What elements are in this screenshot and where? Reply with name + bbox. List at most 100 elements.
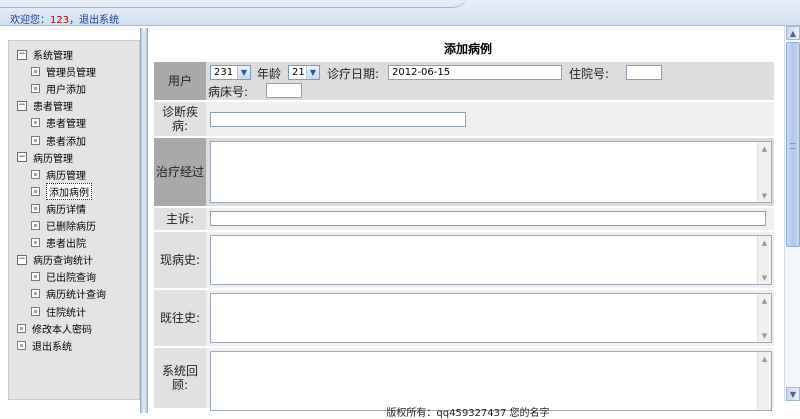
past-history-row-field: ▲ ▼ [206, 290, 774, 346]
footer-copyright: 版权所有：qq459327437 您的名字 [386, 408, 550, 419]
complaint-label: 主诉: [165, 212, 195, 226]
treatment-row-label: 治疗经过 [154, 138, 206, 206]
leaf-box-icon [31, 221, 40, 230]
sidebar-item[interactable]: 住院统计 [31, 304, 86, 319]
hospital-no-label: 住院号: [569, 67, 610, 81]
sidebar-item-label: 患者添加 [46, 136, 86, 148]
treatment-textarea[interactable]: ▲ ▼ [210, 141, 772, 203]
hospital-no-input[interactable] [626, 65, 662, 80]
bed-no-label: 病床号: [208, 85, 249, 99]
welcome-label: 欢迎您： [10, 15, 50, 26]
leaf-box-icon [31, 203, 40, 213]
sidebar-item-label: 退出系统 [32, 341, 72, 353]
diagnosis-row-label: 诊断疾病: [154, 102, 206, 136]
sidebar-item[interactable]: 患者添加 [31, 133, 86, 148]
sidebar-item-label: 病历统计查询 [46, 290, 106, 302]
leaf-box-icon [31, 118, 40, 128]
user-label: 用户 [167, 74, 192, 88]
header-decoration [0, 0, 470, 8]
sidebar-item[interactable]: 管理员管理 [31, 64, 96, 79]
leaf-box-icon [31, 169, 40, 179]
past-history-row-label: 既往史: [154, 290, 206, 346]
past-history-textarea[interactable]: ▲ ▼ [210, 293, 772, 343]
sidebar-item-label: 病历管理 [33, 153, 73, 165]
textarea-scrollbar[interactable]: ▲ ▼ [757, 142, 771, 202]
scroll-down-icon: ▼ [761, 331, 768, 340]
present-illness-row-label: 现病史: [154, 232, 206, 288]
age-select[interactable]: 21 ▼ [288, 65, 320, 80]
diagnosis-label: 诊断疾病: [161, 105, 198, 133]
sidebar-item[interactable]: − 患者管理 [17, 98, 73, 113]
grip-icon [790, 143, 796, 149]
system-review-textarea[interactable]: ▲ [210, 351, 772, 411]
diagnosis-row-field [206, 102, 774, 136]
sidebar-item[interactable]: − 病历查询统计 [17, 252, 93, 267]
frame-splitter[interactable] [140, 28, 148, 413]
scroll-thumb[interactable] [786, 42, 800, 247]
sidebar-item[interactable]: 病历管理 [31, 167, 86, 182]
age-label: 年龄 [257, 67, 282, 81]
present-illness-row-field: ▲ ▼ [206, 232, 774, 288]
user-row-label: 用户 [154, 62, 206, 100]
user-row-field: 231 ▼ 年龄 21 ▼ 诊疗日期: 2012-06-15 住院号: 病床号: [206, 62, 774, 100]
current-user: 123 [50, 15, 70, 26]
user-select[interactable]: 231 ▼ [210, 65, 251, 80]
sidebar-item[interactable]: 添加病例 [31, 182, 92, 200]
scroll-down-icon: ▼ [761, 191, 768, 200]
chevron-down-icon: ▼ [237, 66, 250, 79]
sidebar-item-label: 用户添加 [46, 85, 86, 97]
leaf-box-icon [31, 289, 40, 299]
top-header: 欢迎您：123，退出系统 [0, 0, 800, 26]
sidebar-item[interactable]: 已删除病历 [31, 218, 96, 233]
scroll-down-icon: ▼ [761, 273, 768, 282]
system-review-row-field: ▲ [206, 348, 774, 411]
past-history-label: 既往史: [159, 311, 201, 325]
complaint-input[interactable] [210, 211, 766, 226]
sidebar-item-label: 修改本人密码 [32, 324, 92, 336]
bed-no-input[interactable] [266, 83, 302, 98]
sidebar-item-label: 系统管理 [33, 51, 73, 62]
sidebar-item[interactable]: 病历详情 [31, 201, 86, 216]
logout-link[interactable]: 退出系统 [79, 15, 119, 26]
sidebar-item[interactable]: − 系统管理 [17, 47, 73, 62]
sidebar-item[interactable]: 用户添加 [31, 81, 86, 96]
sidebar-item-label: 患者出院 [46, 239, 86, 251]
scroll-up-icon[interactable]: ▲ [786, 26, 800, 40]
sidebar-item-label: 已出院查询 [46, 273, 96, 285]
scroll-up-icon: ▲ [761, 296, 768, 305]
textarea-scrollbar[interactable]: ▲ [757, 352, 771, 410]
date-value: 2012-06-15 [392, 67, 451, 78]
leaf-box-icon [31, 135, 40, 145]
sidebar-item[interactable]: 病历统计查询 [31, 286, 106, 301]
system-review-label: 系统回顾: [161, 364, 198, 392]
age-select-value: 21 [292, 67, 305, 78]
sidebar-item[interactable]: 患者出院 [31, 235, 86, 250]
textarea-scrollbar[interactable]: ▲ ▼ [757, 236, 771, 284]
sidebar-item-label: 病历管理 [46, 170, 86, 182]
sidebar-item-label: 病历详情 [46, 204, 86, 216]
complaint-row-label: 主诉: [154, 208, 206, 230]
sidebar-item[interactable]: − 病历管理 [17, 150, 73, 165]
sidebar-item[interactable]: 患者管理 [31, 115, 86, 130]
date-label: 诊疗日期: [327, 67, 380, 81]
diagnosis-input[interactable] [210, 112, 466, 127]
sidebar-tree: − 系统管理 管理员管理 用户添加 − 患者管理 患者管理 患者添加 − 病历管理 病历管理 添加病例… [8, 40, 140, 400]
welcome-bar: 欢迎您：123，退出系统 [10, 11, 119, 26]
minus-box-icon: − [17, 100, 27, 111]
present-illness-label: 现病史: [159, 253, 201, 267]
page-scrollbar[interactable]: ▲ ▼ [784, 26, 800, 401]
sidebar-item-label: 住院统计 [46, 307, 86, 319]
sidebar-item[interactable]: 修改本人密码 [17, 321, 92, 336]
date-input[interactable]: 2012-06-15 [388, 65, 562, 80]
present-illness-textarea[interactable]: ▲ ▼ [210, 235, 772, 285]
leaf-box-icon [31, 272, 40, 282]
sidebar-item[interactable]: 退出系统 [17, 338, 72, 353]
sidebar-item-label: 患者管理 [33, 102, 73, 114]
leaf-box-icon [31, 238, 40, 248]
textarea-scrollbar[interactable]: ▲ ▼ [757, 294, 771, 342]
leaf-box-icon [31, 306, 40, 316]
treatment-label: 治疗经过 [155, 165, 204, 179]
scroll-down-icon[interactable]: ▼ [786, 387, 800, 401]
sidebar-item[interactable]: 已出院查询 [31, 269, 96, 284]
complaint-row-field [206, 208, 774, 230]
